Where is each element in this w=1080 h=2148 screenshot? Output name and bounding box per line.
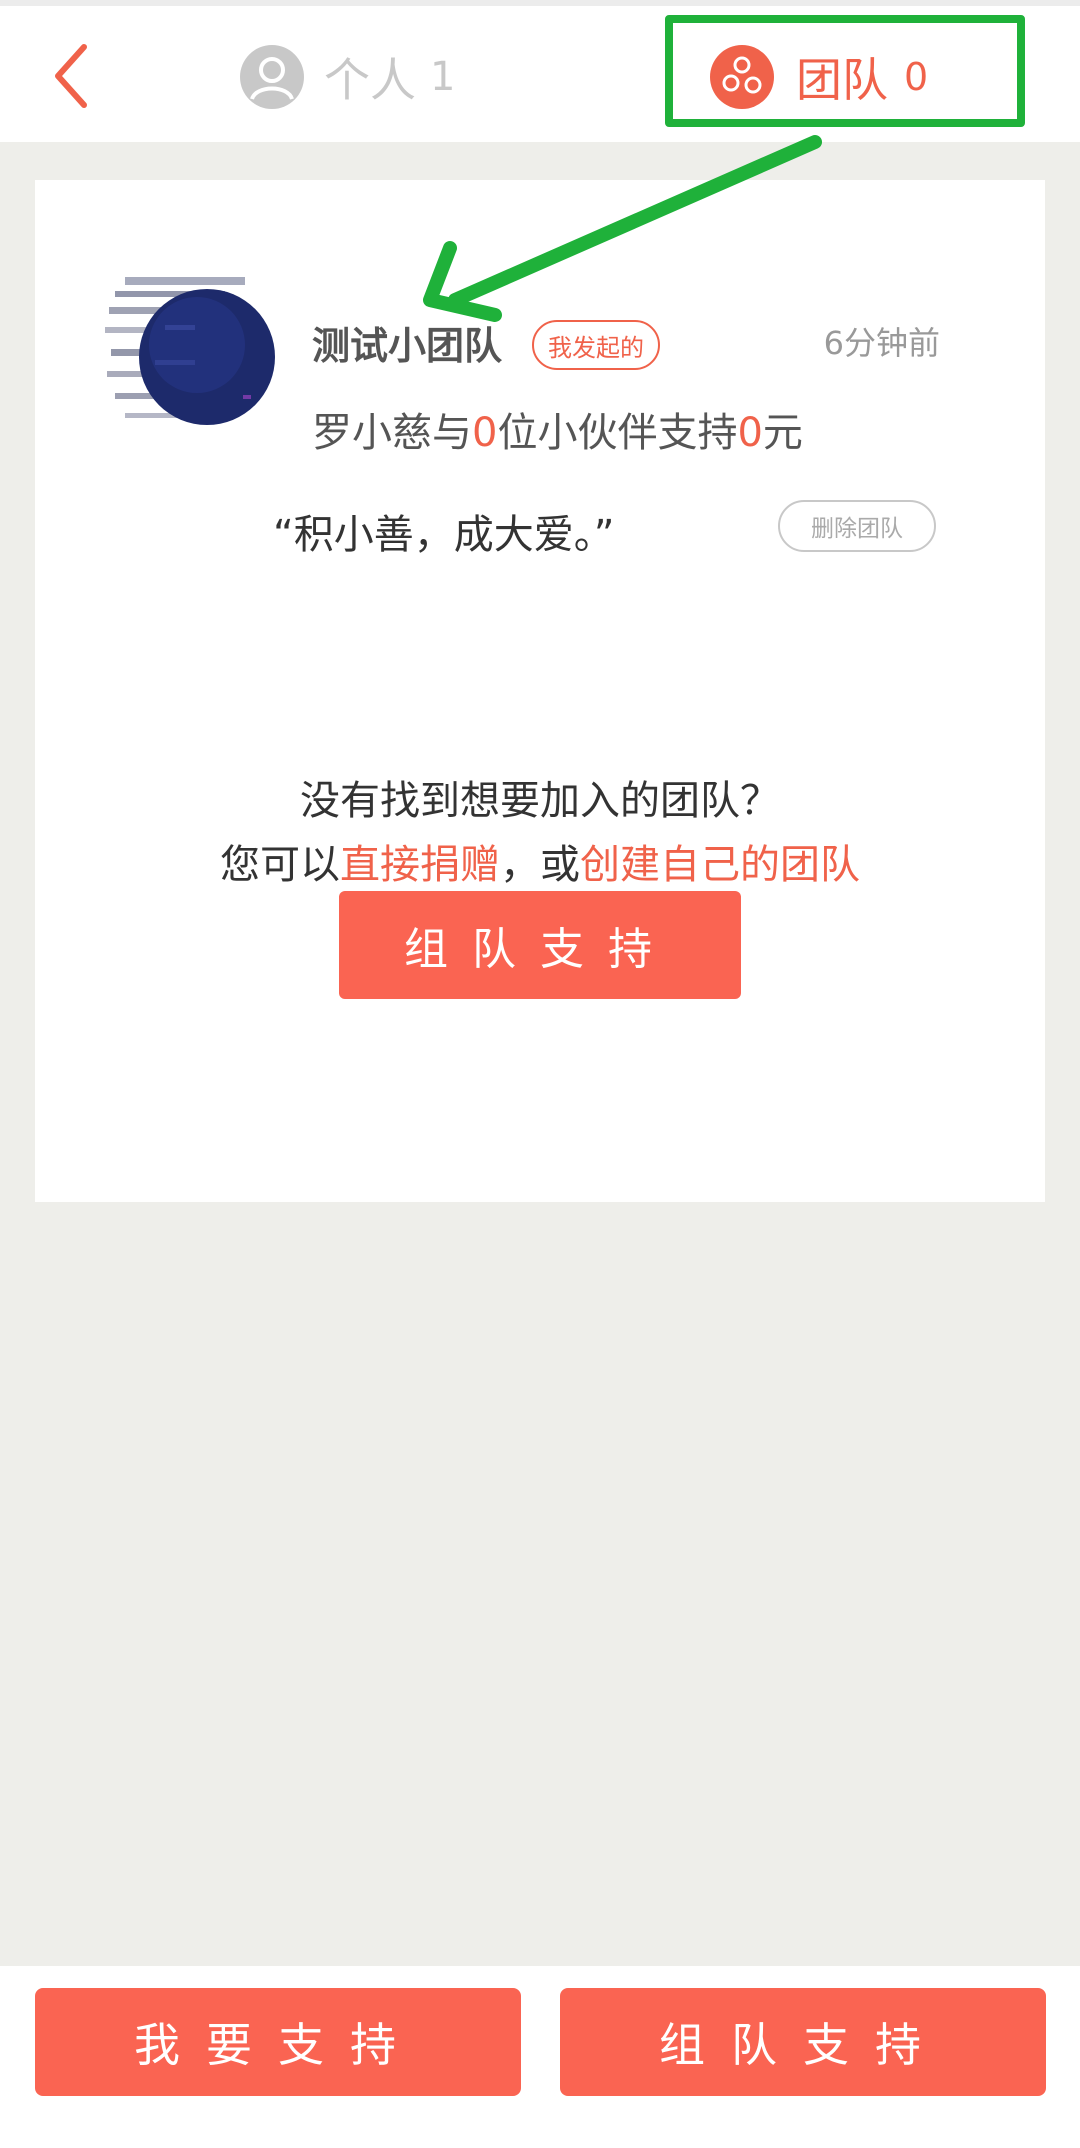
prompt-prefix: 您可以 [220,842,340,888]
annotation-arrow [423,135,822,322]
card-team-support-button[interactable]: 组队支持 [339,891,741,999]
team-support-button[interactable]: 组队支持 [560,1988,1046,2096]
donate-directly-link[interactable]: 直接捐赠 [340,842,500,888]
create-team-link[interactable]: 创建自己的团队 [580,842,860,888]
prompt-middle: ，或 [500,842,580,888]
bottom-action-bar: 我要支持 组队支持 [0,1966,1080,2148]
support-button[interactable]: 我要支持 [35,1988,521,2096]
prompt-options: 您可以直接捐赠，或创建自己的团队 [35,832,1045,890]
team-motto: “积小善，成大爱。” [273,512,615,558]
prompt-question: 没有找到想要加入的团队？ [300,778,780,824]
delete-team-button[interactable]: 删除团队 [778,500,936,552]
